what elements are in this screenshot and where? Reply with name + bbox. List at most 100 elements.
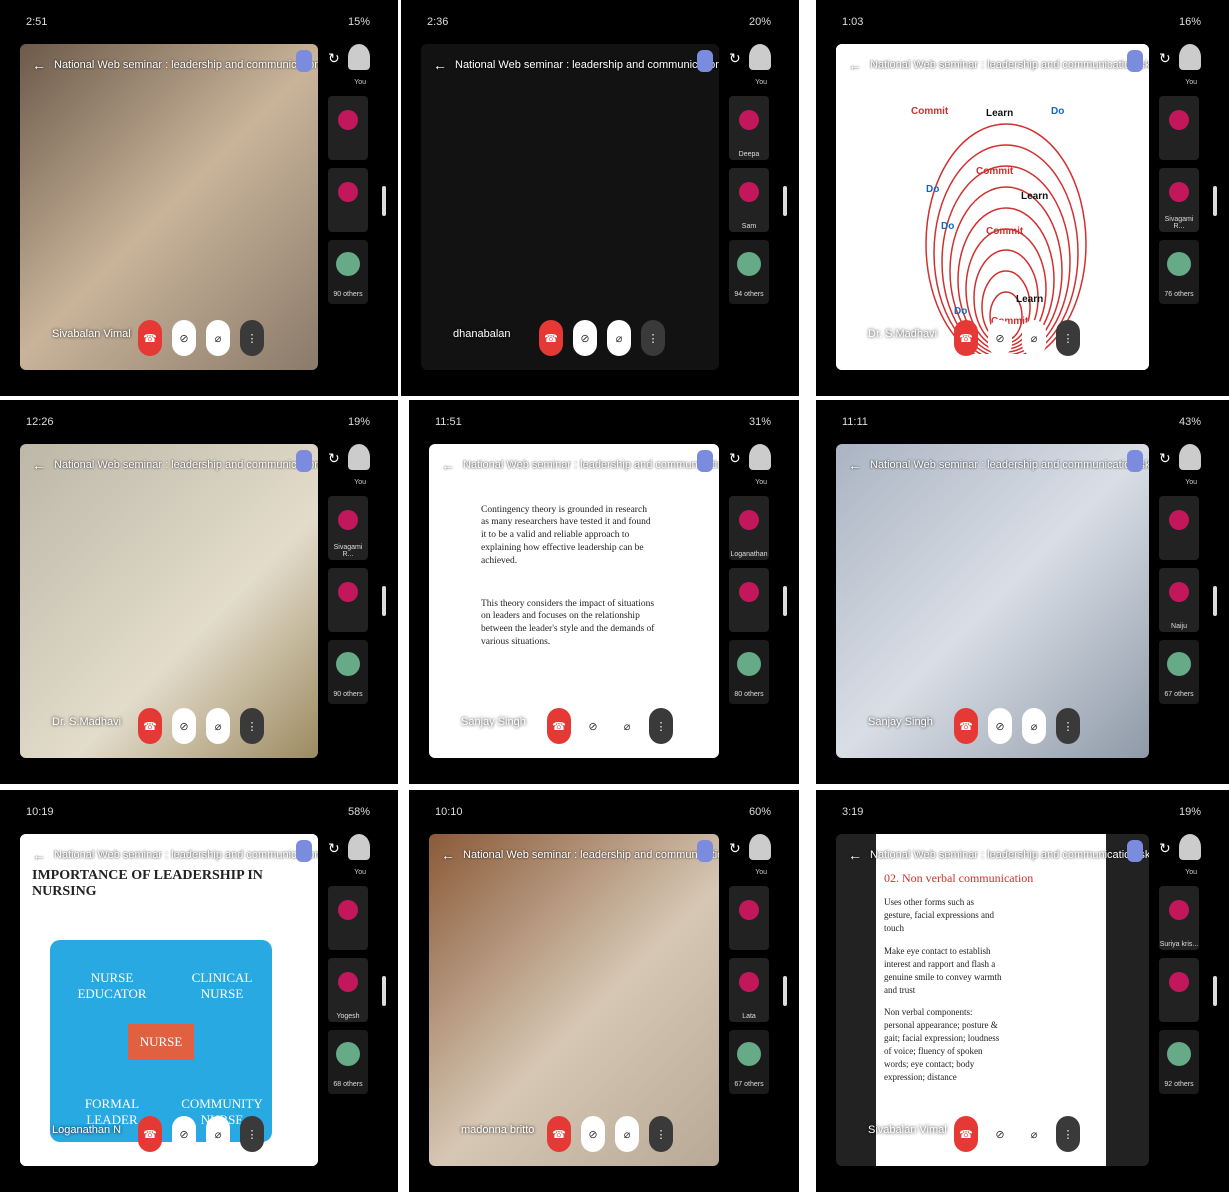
end-call-button[interactable]: ☎ <box>954 1116 978 1152</box>
participant-tile[interactable]: Lata <box>729 958 769 1022</box>
meeting-title[interactable]: National Web seminar : leadership and co… <box>463 849 719 861</box>
self-view-tile[interactable]: ↻ You <box>729 834 773 878</box>
back-arrow-icon[interactable]: ← <box>848 847 862 863</box>
scroll-handle[interactable] <box>1213 186 1217 216</box>
participant-tile[interactable] <box>328 886 368 950</box>
pin-icon[interactable] <box>697 840 713 862</box>
back-arrow-icon[interactable]: ← <box>32 847 46 863</box>
more-options-button[interactable]: ⋮ <box>649 1116 673 1152</box>
self-view-tile[interactable]: ↻ You <box>1159 44 1203 88</box>
camera-toggle-button[interactable]: ⊘ <box>988 1116 1012 1152</box>
pin-icon[interactable] <box>697 450 713 472</box>
participant-tile[interactable]: Loganathan <box>729 496 769 560</box>
more-options-button[interactable]: ⋮ <box>1056 1116 1080 1152</box>
back-arrow-icon[interactable]: ← <box>32 57 46 73</box>
back-arrow-icon[interactable]: ← <box>441 457 455 473</box>
camera-toggle-button[interactable]: ⊘ <box>573 320 597 356</box>
end-call-button[interactable]: ☎ <box>539 320 563 356</box>
more-options-button[interactable]: ⋮ <box>1056 320 1080 356</box>
camera-toggle-button[interactable]: ⊘ <box>988 708 1012 744</box>
self-view-tile[interactable]: ↻ You <box>328 444 372 488</box>
more-options-button[interactable]: ⋮ <box>240 320 264 356</box>
pin-icon[interactable] <box>1127 50 1143 72</box>
mic-toggle-button[interactable]: ⌀ <box>206 320 230 356</box>
pin-icon[interactable] <box>296 450 312 472</box>
participant-tile[interactable]: Sam <box>729 168 769 232</box>
switch-camera-icon[interactable]: ↻ <box>328 450 340 467</box>
back-arrow-icon[interactable]: ← <box>848 457 862 473</box>
others-tile[interactable]: 90 others <box>328 240 368 304</box>
meeting-title[interactable]: National Web seminar : leadership and co… <box>54 459 318 471</box>
mic-toggle-button[interactable]: ⌀ <box>1022 1116 1046 1152</box>
pin-icon[interactable] <box>697 50 713 72</box>
others-tile[interactable]: 76 others <box>1159 240 1199 304</box>
scroll-handle[interactable] <box>783 186 787 216</box>
scroll-handle[interactable] <box>1213 976 1217 1006</box>
self-view-tile[interactable]: ↻ You <box>1159 444 1203 488</box>
camera-toggle-button[interactable]: ⊘ <box>988 320 1012 356</box>
camera-toggle-button[interactable]: ⊘ <box>172 320 196 356</box>
end-call-button[interactable]: ☎ <box>138 320 162 356</box>
more-options-button[interactable]: ⋮ <box>1056 708 1080 744</box>
scroll-handle[interactable] <box>382 976 386 1006</box>
camera-toggle-button[interactable]: ⊘ <box>581 708 605 744</box>
participant-tile[interactable]: Suriya kris... <box>1159 886 1199 950</box>
mic-toggle-button[interactable]: ⌀ <box>615 1116 639 1152</box>
participant-tile[interactable] <box>328 96 368 160</box>
switch-camera-icon[interactable]: ↻ <box>328 50 340 67</box>
others-tile[interactable]: 80 others <box>729 640 769 704</box>
self-view-tile[interactable]: ↻ You <box>328 834 372 878</box>
meeting-title[interactable]: National Web seminar : leadership and co… <box>870 459 1149 471</box>
participant-tile[interactable] <box>1159 496 1199 560</box>
more-options-button[interactable]: ⋮ <box>240 708 264 744</box>
others-tile[interactable]: 67 others <box>1159 640 1199 704</box>
back-arrow-icon[interactable]: ← <box>441 847 455 863</box>
end-call-button[interactable]: ☎ <box>547 708 571 744</box>
pin-icon[interactable] <box>296 50 312 72</box>
switch-camera-icon[interactable]: ↻ <box>1159 840 1171 857</box>
meeting-title[interactable]: National Web seminar : leadership and co… <box>455 59 719 71</box>
self-view-tile[interactable]: ↻ You <box>729 44 773 88</box>
participant-tile[interactable]: Sivagami R... <box>1159 168 1199 232</box>
others-tile[interactable]: 94 others <box>729 240 769 304</box>
camera-toggle-button[interactable]: ⊘ <box>172 708 196 744</box>
mic-toggle-button[interactable]: ⌀ <box>1022 320 1046 356</box>
participant-tile[interactable]: Deepa <box>729 96 769 160</box>
meeting-title[interactable]: National Web seminar : leadership and co… <box>54 849 318 861</box>
switch-camera-icon[interactable]: ↻ <box>328 840 340 857</box>
switch-camera-icon[interactable]: ↻ <box>1159 50 1171 67</box>
mic-toggle-button[interactable]: ⌀ <box>206 1116 230 1152</box>
participant-tile[interactable]: Yogesh <box>328 958 368 1022</box>
scroll-handle[interactable] <box>382 186 386 216</box>
meeting-title[interactable]: National Web seminar : leadership and co… <box>870 59 1149 71</box>
more-options-button[interactable]: ⋮ <box>649 708 673 744</box>
more-options-button[interactable]: ⋮ <box>240 1116 264 1152</box>
meeting-title[interactable]: National Web seminar : leadership and co… <box>870 849 1149 861</box>
end-call-button[interactable]: ☎ <box>954 708 978 744</box>
others-tile[interactable]: 67 others <box>729 1030 769 1094</box>
end-call-button[interactable]: ☎ <box>954 320 978 356</box>
camera-toggle-button[interactable]: ⊘ <box>172 1116 196 1152</box>
participant-tile[interactable] <box>328 168 368 232</box>
pin-icon[interactable] <box>1127 840 1143 862</box>
self-view-tile[interactable]: ↻ You <box>729 444 773 488</box>
participant-tile[interactable] <box>1159 958 1199 1022</box>
participant-tile[interactable] <box>729 568 769 632</box>
others-tile[interactable]: 92 others <box>1159 1030 1199 1094</box>
mic-toggle-button[interactable]: ⌀ <box>615 708 639 744</box>
back-arrow-icon[interactable]: ← <box>32 457 46 473</box>
scroll-handle[interactable] <box>783 976 787 1006</box>
mic-toggle-button[interactable]: ⌀ <box>607 320 631 356</box>
back-arrow-icon[interactable]: ← <box>848 57 862 73</box>
meeting-title[interactable]: National Web seminar : leadership and co… <box>54 59 318 71</box>
others-tile[interactable]: 68 others <box>328 1030 368 1094</box>
participant-tile[interactable] <box>729 886 769 950</box>
scroll-handle[interactable] <box>382 586 386 616</box>
scroll-handle[interactable] <box>1213 586 1217 616</box>
mic-toggle-button[interactable]: ⌀ <box>206 708 230 744</box>
participant-tile[interactable] <box>1159 96 1199 160</box>
end-call-button[interactable]: ☎ <box>138 1116 162 1152</box>
pin-icon[interactable] <box>1127 450 1143 472</box>
participant-tile[interactable]: Sivagami R... <box>328 496 368 560</box>
switch-camera-icon[interactable]: ↻ <box>1159 450 1171 467</box>
